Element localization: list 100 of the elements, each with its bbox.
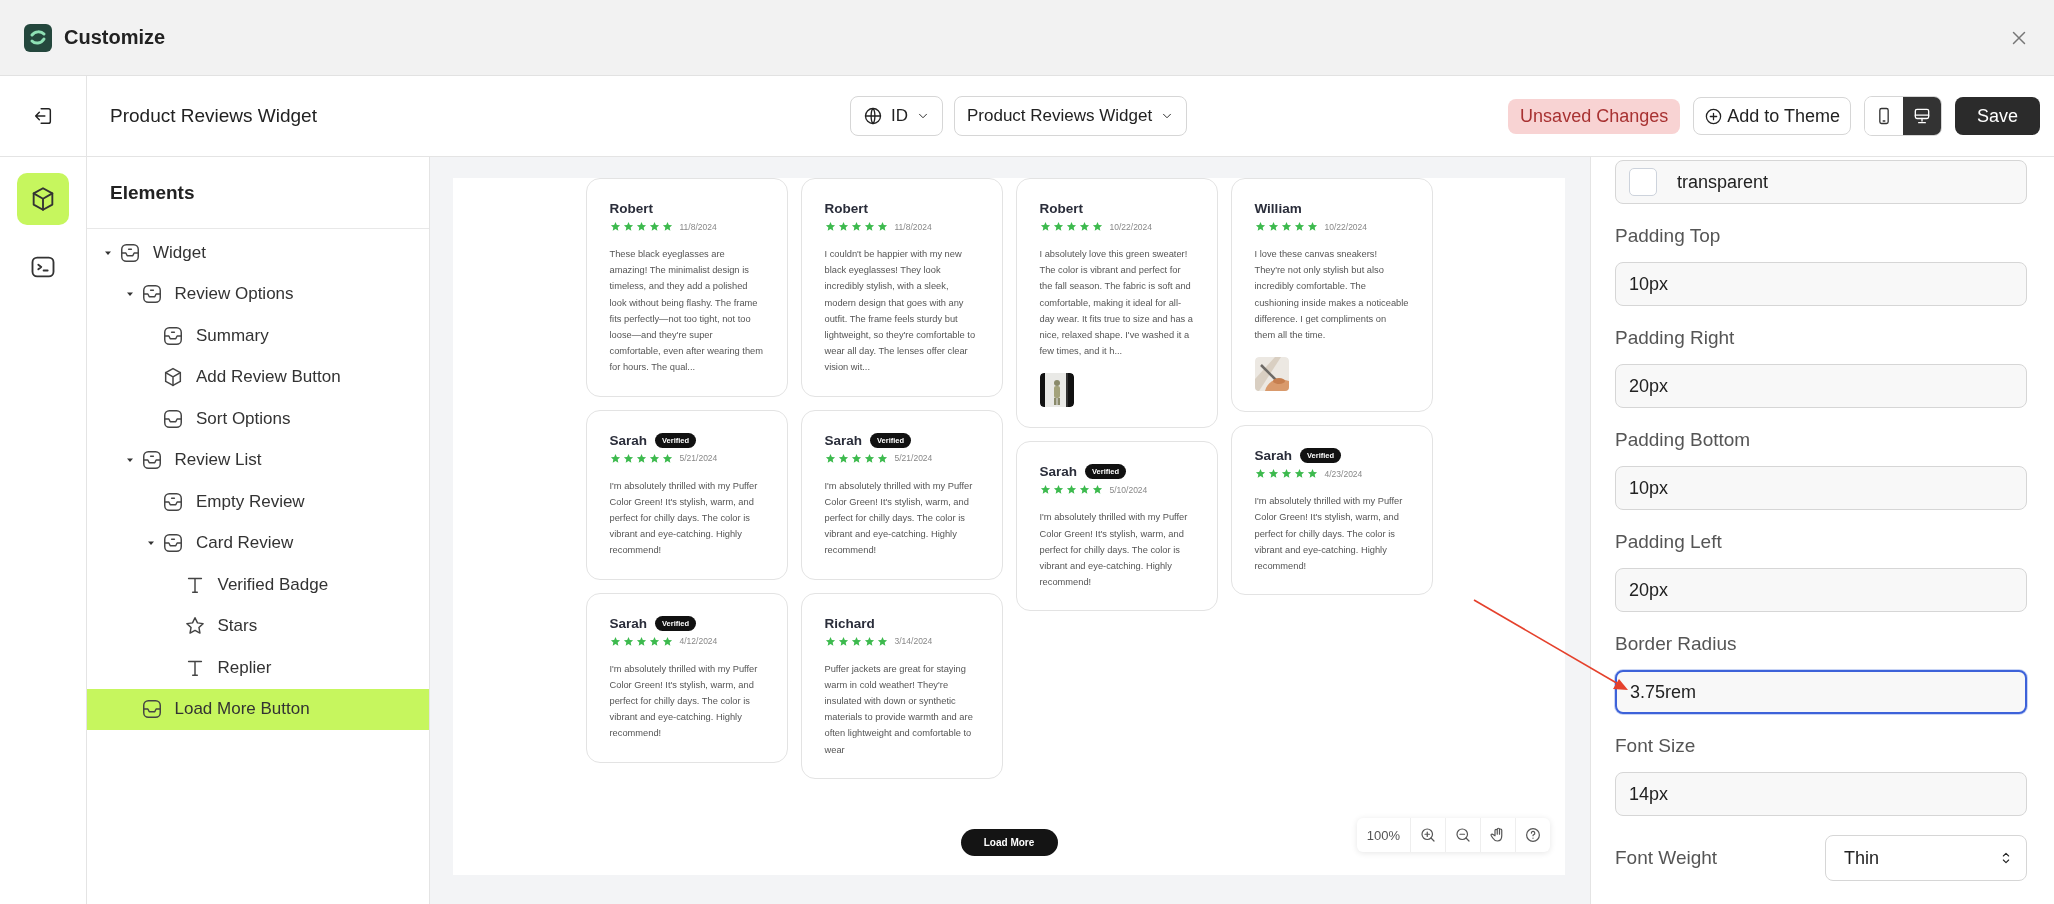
language-dropdown[interactable]: ID: [850, 96, 943, 136]
star-icon: [876, 452, 888, 464]
tree-label: Replier: [217, 657, 272, 678]
star-icon: [1078, 221, 1090, 232]
desktop-view-button[interactable]: [1902, 97, 1941, 135]
layout-icon: [119, 241, 141, 264]
input-field[interactable]: 3.75rem: [1615, 670, 2027, 714]
layout-icon: [162, 532, 184, 555]
reviewer-name: Sarah: [609, 615, 648, 631]
star-icon: [1293, 468, 1305, 480]
tree-item[interactable]: Sort Options: [87, 398, 429, 440]
layout-icon: [162, 324, 184, 347]
tree-item[interactable]: Add Review Button: [87, 356, 429, 398]
reviewer-name: Sarah: [1254, 448, 1293, 464]
color-field[interactable]: transparent: [1615, 160, 2027, 204]
review-date: 4/23/2024: [1324, 468, 1363, 479]
star-icon: [863, 635, 875, 647]
reviewer-name: Robert: [824, 201, 868, 216]
star-icon: [1039, 484, 1051, 496]
layout-icon: [140, 283, 163, 306]
star-icon: [1091, 484, 1103, 496]
star-icon: [1065, 221, 1077, 232]
star-icon: [876, 635, 888, 647]
load-more-button[interactable]: Load More: [960, 828, 1058, 856]
app-logo: [24, 23, 52, 52]
star-icon: [1052, 221, 1064, 232]
star-icon: [850, 221, 862, 232]
review-date: 5/21/2024: [679, 453, 718, 464]
review-text: I absolutely love this green sweater! The color is vibrant and perfect for the fall season. The fabric is soft and comfortable, making it ideal for all-day wear. It fits true to size and has a nice, relaxed shape. I've washed it a few times, and it h...: [1039, 248, 1194, 359]
reviewer-name: Sarah: [824, 432, 863, 448]
tree-item[interactable]: Replier: [87, 647, 429, 689]
review-date: 5/21/2024: [894, 453, 933, 464]
field-label: Font Size: [1615, 734, 1697, 758]
star-icon: [635, 635, 647, 647]
star-icon: [824, 452, 836, 464]
tree-label: Card Review: [196, 533, 294, 554]
input-field[interactable]: 10px: [1615, 466, 2027, 510]
tree-item[interactable]: Verified Badge: [87, 564, 429, 606]
star-icon: [609, 221, 621, 232]
tree-item[interactable]: Review List: [87, 439, 429, 481]
star-icon: [837, 635, 849, 647]
tray-icon: [140, 698, 163, 721]
review-date: 11/8/2024: [894, 221, 932, 232]
star-icon: [661, 452, 673, 464]
reviewer-name: Sarah: [1039, 464, 1078, 480]
tree-item[interactable]: Load More Button: [87, 688, 429, 730]
page-title: Product Reviews Widget: [110, 105, 318, 127]
star-icon: [1293, 221, 1305, 232]
star-icon: [1280, 468, 1292, 480]
star-icon: [1267, 221, 1279, 232]
zoom-level: 100%: [1365, 826, 1401, 845]
review-text: I'm absolutely thrilled with my Puffer Color Green! It's stylish, warm, and perfect for chilly days. The color is vibrant and eye-catching. Highly recommend!: [1254, 495, 1404, 574]
review-text: I'm absolutely thrilled with my Puffer Color Green! It's stylish, warm, and perfect for chilly days. The color is vibrant and eye-catching. Highly recommend!: [609, 479, 759, 558]
star-icon: [1254, 468, 1266, 480]
input-field[interactable]: 10px: [1615, 262, 2027, 306]
layout-icon: [140, 449, 163, 472]
add-to-theme-button[interactable]: Add to Theme: [1693, 97, 1851, 135]
field-label: Padding Bottom: [1615, 428, 1752, 452]
font-weight-select[interactable]: Thin: [1825, 835, 2027, 881]
status-badge: Unsaved Changes: [1508, 98, 1681, 134]
star-icon: [824, 635, 836, 647]
tray-icon: [162, 407, 184, 430]
template-dropdown[interactable]: Product Reviews Widget: [954, 96, 1188, 136]
star-icon: [622, 635, 634, 647]
review-date: 5/10/2024: [1109, 484, 1148, 495]
window-title: Customize: [64, 26, 166, 49]
review-text: I'm absolutely thrilled with my Puffer Color Green! It's stylish, warm, and perfect for chilly days. The color is vibrant and eye-catching. Highly recommend!: [824, 479, 974, 558]
star-icon: [1267, 468, 1279, 480]
input-field[interactable]: 14px: [1615, 772, 2027, 816]
tree-item[interactable]: Widget: [87, 232, 429, 274]
tree-item[interactable]: Card Review: [87, 522, 429, 564]
star-icon: [1065, 484, 1077, 496]
color-swatch[interactable]: [1629, 168, 1657, 196]
tree-label: Sort Options: [196, 408, 291, 429]
tree-item[interactable]: Stars: [87, 605, 429, 647]
input-field[interactable]: 20px: [1615, 364, 2027, 408]
star-icon: [863, 221, 875, 232]
tree-item[interactable]: Summary: [87, 315, 429, 357]
review-text: I'm absolutely thrilled with my Puffer Color Green! It's stylish, warm, and perfect for chilly days. The color is vibrant and eye-catching. Highly recommend!: [609, 662, 759, 741]
review-text: I couldn't be happier with my new black eyeglasses! They look incredibly stylish, with a sleek, modern design that goes with any outfit. The frame feels sturdy but lightweight, so they're comfortable to wear all day. The lenses offer clear vision wit...: [824, 248, 977, 375]
star-icon: [1078, 484, 1090, 496]
color-value: transparent: [1677, 171, 1769, 193]
panel-title: Elements: [110, 181, 195, 204]
field-label: Font Weight: [1615, 847, 1718, 869]
tree-label: Widget: [153, 242, 206, 263]
tree-item[interactable]: Review Options: [87, 273, 429, 315]
review-text: I'm absolutely thrilled with my Puffer Color Green! It's stylish, warm, and perfect for chilly days. The color is vibrant and eye-catching. Highly recommend!: [1039, 511, 1189, 590]
input-field[interactable]: 20px: [1615, 568, 2027, 612]
star-icon: [1091, 221, 1103, 232]
elements-tab[interactable]: [17, 173, 69, 225]
star-icon: [609, 635, 621, 647]
tree-item[interactable]: Empty Review: [87, 481, 429, 523]
tree-label: Stars: [217, 616, 258, 637]
exit-icon[interactable]: [32, 105, 54, 127]
layout-icon: [162, 490, 184, 513]
field-label: Padding Top: [1615, 224, 1722, 248]
star-icon: [850, 635, 862, 647]
save-button[interactable]: Save: [1954, 97, 2040, 135]
field-label: Padding Right: [1615, 326, 1736, 350]
star-icon: [824, 221, 836, 232]
